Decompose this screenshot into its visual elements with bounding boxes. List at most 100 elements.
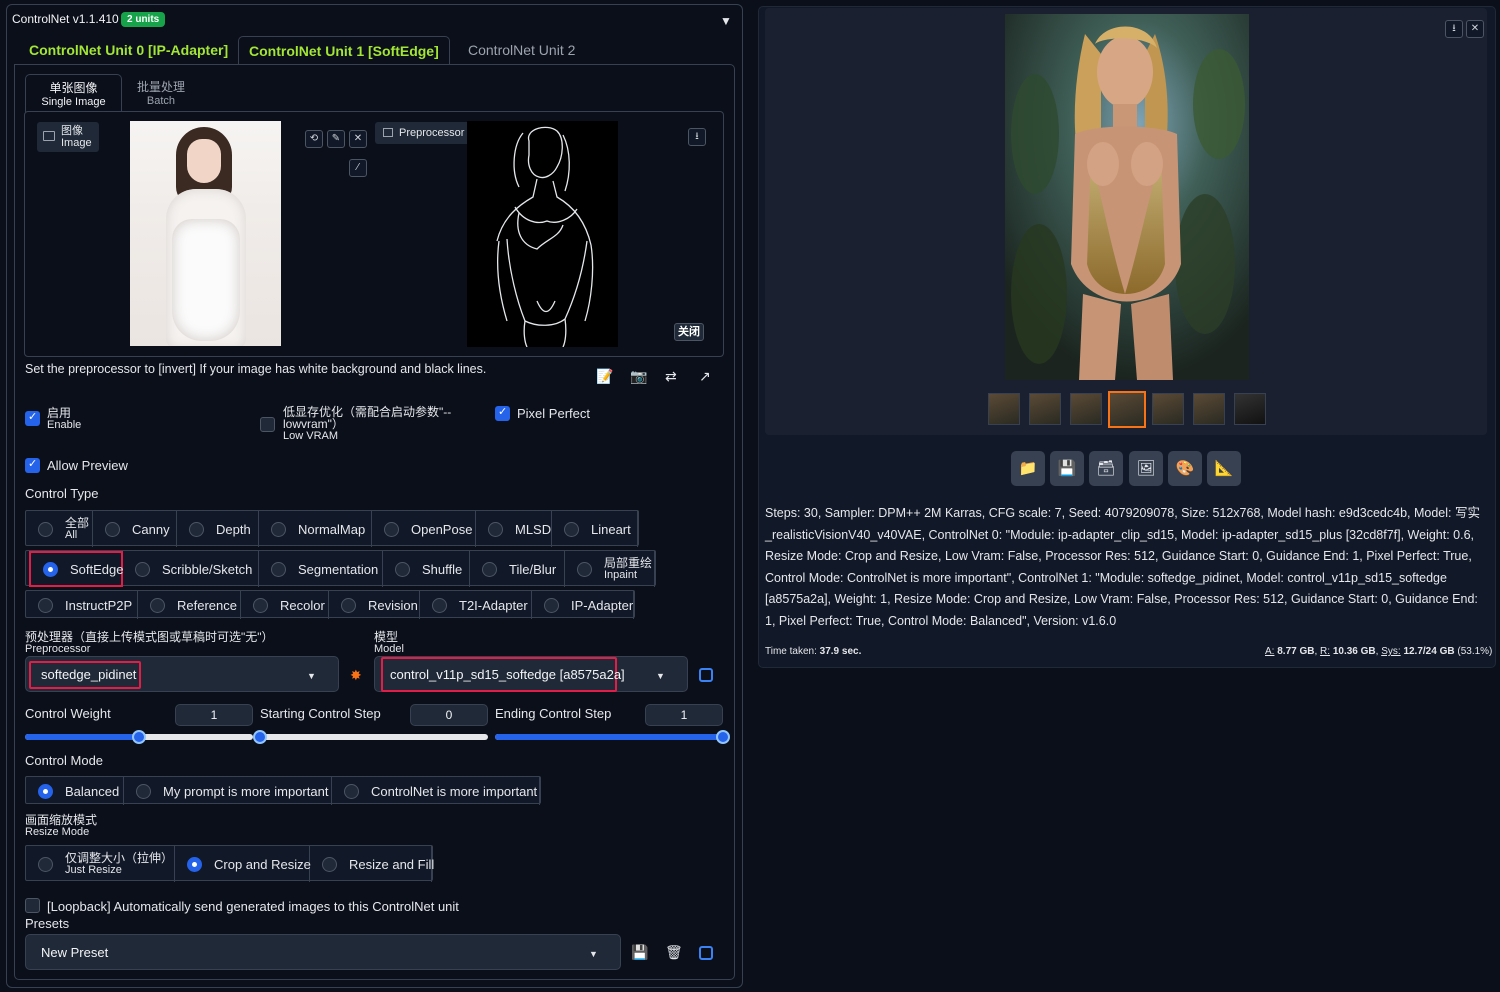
note-icon[interactable]: 📝 (596, 368, 613, 385)
enable-checkbox[interactable] (25, 410, 40, 426)
download-icon[interactable]: ⭳ (688, 128, 706, 146)
control-type-instructp2p[interactable]: InstructP2P (26, 591, 138, 619)
control-type-all[interactable]: 全部 All (26, 511, 93, 547)
image-icon (43, 131, 55, 141)
tab-single-image-en: Single Image (41, 96, 106, 108)
control-type-segmentation[interactable]: Segmentation (259, 551, 383, 587)
close-icon[interactable]: ✕ (1466, 20, 1484, 38)
close-icon[interactable]: ✕ (349, 130, 367, 148)
thumbnail-selected[interactable] (1108, 391, 1146, 428)
thumbnail[interactable] (1029, 393, 1061, 425)
refresh-icon[interactable] (699, 668, 713, 682)
allow-preview-checkbox[interactable] (25, 457, 40, 473)
tab-unit-2[interactable]: ControlNet Unit 2 (458, 36, 585, 65)
presets-label: Presets (25, 916, 70, 931)
control-type-ip-adapter[interactable]: IP-Adapter (532, 591, 634, 619)
tab-batch-cn: 批量处理 (136, 80, 185, 94)
control-type-mlsd[interactable]: MLSD (476, 511, 552, 547)
presets-select[interactable] (25, 934, 621, 970)
control-type-t2i-adapter[interactable]: T2I-Adapter (420, 591, 532, 619)
ending-step-fill (495, 734, 723, 740)
ending-step-thumb[interactable] (716, 730, 730, 744)
brush-icon[interactable]: ⁄ (349, 159, 367, 177)
send-to-img2img-icon[interactable]: 🖼 (1129, 451, 1163, 486)
camera-icon[interactable]: 📷 (630, 368, 647, 385)
starting-step-input[interactable]: 0 (410, 704, 488, 726)
loopback-checkbox[interactable] (25, 898, 40, 913)
control-weight-thumb[interactable] (132, 730, 146, 744)
tab-unit-0[interactable]: ControlNet Unit 0 [IP-Adapter] (19, 36, 238, 65)
control-weight-label: Control Weight (25, 706, 111, 721)
control-type-inpaint[interactable]: 局部重绘 Inpaint (565, 551, 655, 587)
controlnet-title: ControlNet v1.1.410 (12, 12, 119, 26)
thumbnail[interactable] (1193, 393, 1225, 425)
send-to-inpaint-icon[interactable]: 🎨 (1168, 451, 1202, 486)
refresh-presets-icon[interactable] (699, 946, 713, 960)
control-mode-balanced[interactable]: Balanced (26, 777, 124, 805)
rotate-icon[interactable]: ⟲ (305, 130, 323, 148)
thumbnail[interactable] (1070, 393, 1102, 425)
swap-icon[interactable]: ⇄ (665, 368, 677, 385)
control-type-lineart[interactable]: Lineart (552, 511, 638, 547)
run-preprocessor-icon[interactable]: ✸ (350, 667, 362, 684)
tab-unit-1[interactable]: ControlNet Unit 1 [SoftEdge] (238, 36, 450, 65)
save-preset-icon[interactable]: 💾 (631, 944, 648, 961)
control-type-revision[interactable]: Revision (329, 591, 420, 619)
control-type-scribble[interactable]: Scribble/Sketch (123, 551, 259, 587)
vram-usage: A: 8.77 GB, R: 10.36 GB, Sys: 12.7/24 GB… (1265, 646, 1493, 657)
close-preview-button[interactable]: 关闭 (674, 323, 704, 341)
control-type-reference[interactable]: Reference (138, 591, 241, 619)
zip-icon[interactable]: 🗃 (1089, 451, 1123, 486)
delete-preset-icon[interactable]: 🗑 (665, 944, 683, 961)
tab-single-image-cn: 单张图像 (49, 81, 98, 95)
units-badge: 2 units (121, 12, 166, 27)
thumbnail[interactable] (1152, 393, 1184, 425)
control-mode-label: Control Mode (25, 753, 104, 768)
resize-mode-label: 画面缩放模式 Resize Mode (25, 813, 98, 838)
send-icon[interactable]: ↗ (699, 368, 711, 385)
resize-mode-just-resize[interactable]: 仅调整大小（拉伸） Just Resize (26, 846, 175, 882)
tab-batch[interactable]: 批量处理 Batch (124, 74, 198, 112)
starting-step-thumb[interactable] (253, 730, 267, 744)
ending-step-slider[interactable] (495, 734, 723, 740)
thumbnail[interactable] (1234, 393, 1266, 425)
presets-value: New Preset (41, 945, 109, 960)
thumbnail[interactable] (988, 393, 1020, 425)
pixel-perfect-checkbox[interactable] (495, 405, 510, 421)
control-weight-input[interactable]: 1 (175, 704, 253, 726)
control-mode-prompt[interactable]: My prompt is more important (124, 777, 332, 805)
edit-icon[interactable]: ✎ (327, 130, 345, 148)
pixel-perfect-label: Pixel Perfect (517, 406, 590, 421)
resize-mode-fill[interactable]: Resize and Fill (310, 846, 434, 882)
open-folder-icon[interactable]: 📁 (1011, 451, 1045, 486)
control-type-normalmap[interactable]: NormalMap (259, 511, 372, 547)
image-input-area[interactable] (24, 111, 724, 357)
input-photo[interactable] (130, 121, 281, 346)
control-type-recolor[interactable]: Recolor (241, 591, 329, 619)
control-type-row-2: SoftEdge Scribble/Sketch Segmentation Sh… (25, 550, 656, 587)
chevron-down-icon: ▼ (589, 949, 598, 959)
download-icon[interactable]: ⭳ (1445, 20, 1463, 38)
lowvram-checkbox[interactable] (260, 417, 275, 432)
resize-mode-group: 仅调整大小（拉伸） Just Resize Crop and Resize Res… (25, 845, 434, 882)
control-type-depth[interactable]: Depth (177, 511, 259, 547)
save-icon[interactable]: 💾 (1050, 451, 1084, 486)
resize-mode-crop[interactable]: Crop and Resize (175, 846, 311, 882)
collapse-icon[interactable]: ▼ (720, 14, 732, 28)
send-to-extras-icon[interactable]: 📐 (1207, 451, 1241, 486)
ending-step-input[interactable]: 1 (645, 704, 723, 726)
tab-single-image[interactable]: 单张图像 Single Image (25, 74, 122, 112)
control-mode-controlnet[interactable]: ControlNet is more important (332, 777, 540, 805)
control-type-row-3: InstructP2P Reference Recolor Revision T… (25, 590, 635, 619)
control-type-softedge[interactable]: SoftEdge (29, 551, 124, 587)
image-icon (383, 128, 393, 137)
generation-info: Steps: 30, Sampler: DPM++ 2M Karras, CFG… (765, 506, 1480, 628)
control-type-shuffle[interactable]: Shuffle (383, 551, 470, 587)
control-type-tile-blur[interactable]: Tile/Blur (470, 551, 565, 587)
ending-step-label: Ending Control Step (495, 706, 612, 721)
output-image[interactable] (1005, 14, 1249, 380)
control-type-label: Control Type (25, 486, 99, 501)
control-type-openpose[interactable]: OpenPose (372, 511, 476, 547)
control-type-canny[interactable]: Canny (93, 511, 177, 547)
starting-step-slider[interactable] (260, 734, 488, 740)
